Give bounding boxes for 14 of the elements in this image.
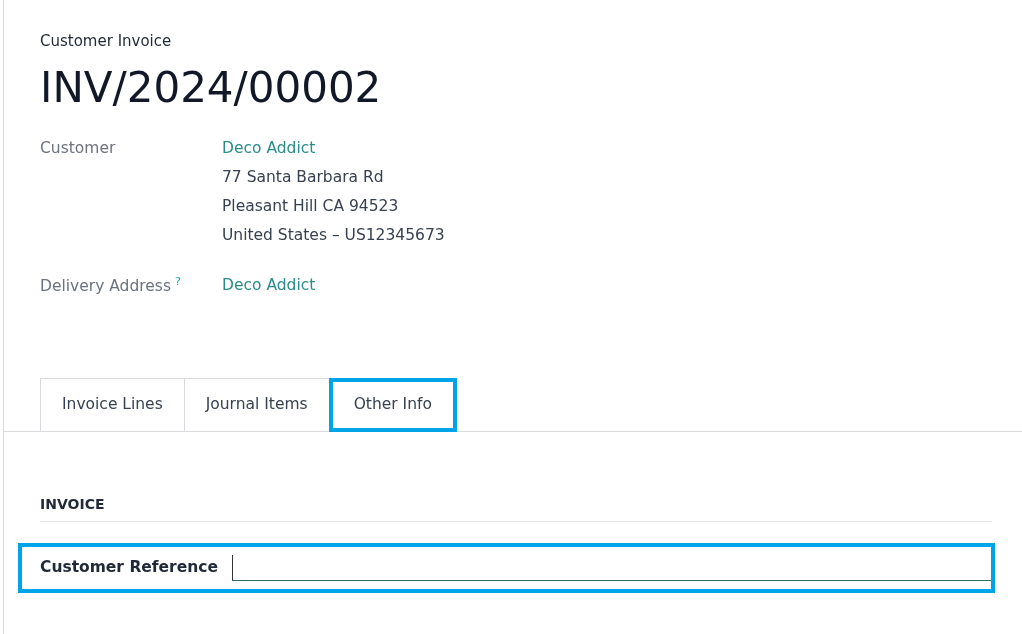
field-label: Delivery Address bbox=[40, 276, 171, 295]
field-label: Customer bbox=[40, 138, 116, 157]
document-type: Customer Invoice bbox=[40, 31, 173, 52]
address-line: United States – US12345673 bbox=[222, 225, 445, 247]
customer-link[interactable]: Deco Addict bbox=[222, 136, 445, 160]
section-heading: INVOICE bbox=[40, 494, 992, 522]
tab[interactable]: Other Info bbox=[328, 377, 457, 432]
address-line: 77 Santa Barbara Rd bbox=[222, 166, 385, 188]
address-line: Pleasant Hill CA 94523 bbox=[222, 196, 400, 217]
customer-link[interactable]: Deco Addict bbox=[222, 273, 316, 297]
input-field[interactable] bbox=[232, 555, 991, 581]
field-label: Customer Reference bbox=[40, 557, 219, 579]
invoice-number: INV/2024/00002 bbox=[40, 66, 383, 109]
tab[interactable]: Invoice Lines bbox=[40, 377, 185, 431]
